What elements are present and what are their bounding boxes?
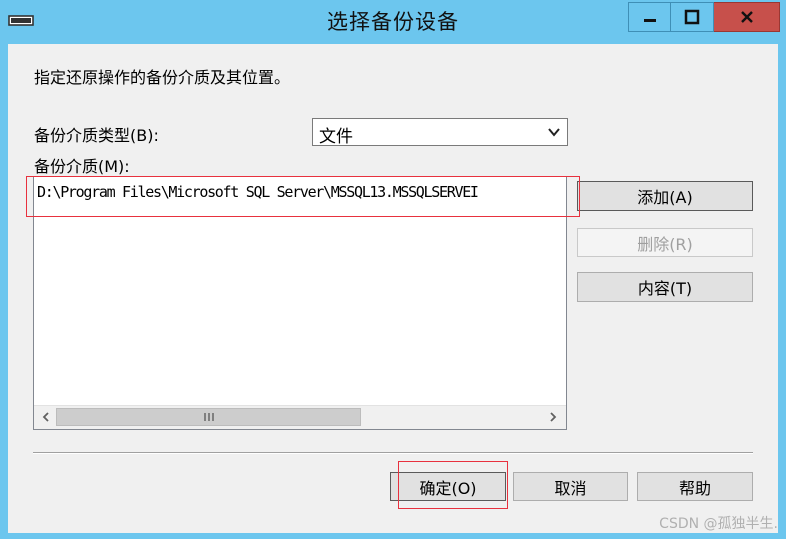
title-bar[interactable]: 选择备份设备 [0,0,786,44]
chevron-left-icon [42,412,49,422]
maximize-icon [684,9,700,25]
highlight-box-media-path [26,176,580,217]
maximize-button[interactable] [671,2,714,32]
minimize-button[interactable] [628,2,671,32]
media-list-label: 备份介质(M): [34,157,130,176]
separator [33,452,753,454]
scroll-left-button[interactable] [35,407,56,427]
grip-icon [203,413,214,421]
horizontal-scrollbar[interactable] [34,405,566,429]
contents-button[interactable]: 内容(T) [577,272,753,302]
chevron-right-icon [549,412,556,422]
dialog-window: 选择备份设备 指定还原操作的备份介质及其位置。 备份介质类型(B): 文件 备份… [0,0,786,539]
media-type-value: 文件 [319,127,353,147]
dialog-body: 指定还原操作的备份介质及其位置。 备份介质类型(B): 文件 备份介质(M): … [8,44,778,533]
cancel-button[interactable]: 取消 [513,472,628,501]
instruction-text: 指定还原操作的备份介质及其位置。 [34,68,291,87]
chevron-down-icon [548,128,560,137]
media-type-select[interactable]: 文件 [312,118,568,147]
media-type-label: 备份介质类型(B): [34,126,159,145]
close-button[interactable] [714,2,780,32]
scrollbar-thumb[interactable] [56,408,361,426]
remove-button[interactable]: 删除(R) [577,228,753,257]
watermark: CSDN @孤独半生. [659,516,778,532]
add-button[interactable]: 添加(A) [577,181,753,211]
highlight-box-ok-button [398,461,508,509]
close-icon [740,11,753,23]
scroll-right-button[interactable] [542,407,563,427]
minimize-icon [643,19,656,22]
help-button[interactable]: 帮助 [637,472,753,501]
